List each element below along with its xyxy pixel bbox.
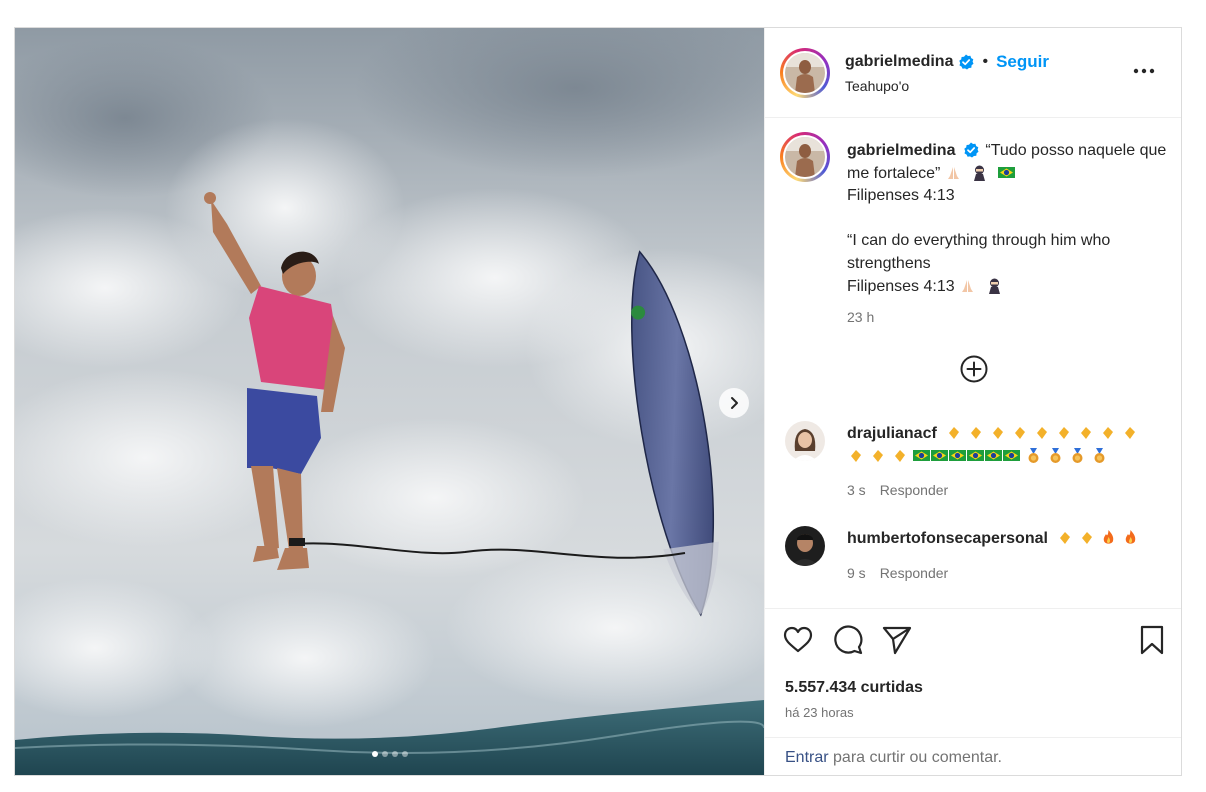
- medal-icon: [1028, 447, 1039, 463]
- login-prompt-text: para curtir ou comentar.: [833, 749, 1002, 766]
- comment-emoji-row: [945, 425, 1143, 442]
- more-options-icon[interactable]: [1133, 68, 1155, 74]
- post-caption: gabrielmedina “Tudo posso naquele que me…: [780, 132, 1170, 329]
- separator-dot: •: [982, 52, 989, 70]
- avatar-photo: [785, 52, 825, 93]
- brazil-flag-icon: [931, 449, 948, 461]
- reply-button[interactable]: Responder: [880, 565, 949, 581]
- carousel-indicator: [15, 751, 764, 757]
- avatar-photo: [785, 137, 825, 177]
- fire-icon: [1104, 530, 1114, 544]
- clap-icon: [993, 427, 1004, 439]
- reply-button[interactable]: Responder: [880, 482, 949, 498]
- clap-icon: [851, 449, 861, 462]
- post-side-panel: gabrielmedina • Seguir Teahupo'o gabriel…: [764, 28, 1181, 775]
- clap-icon: [1059, 427, 1070, 439]
- clap-icon: [1060, 532, 1071, 544]
- clap-icon: [1037, 427, 1048, 439]
- carousel-dot: [381, 751, 388, 757]
- comment-item: humbertofonsecapersonal 9 s Responder: [785, 526, 1170, 584]
- comment-time[interactable]: 3 s: [847, 482, 866, 498]
- follow-button[interactable]: Seguir: [996, 52, 1049, 72]
- brazil-flag-icon: [997, 166, 1015, 178]
- pray-icon: [947, 166, 959, 179]
- clap-icon: [949, 427, 960, 439]
- login-prompt: Entrar para curtir ou comentar.: [785, 749, 1002, 767]
- avatar-photo: [785, 526, 825, 566]
- clap-icon: [1082, 532, 1093, 544]
- comment-username[interactable]: drajulianacf: [847, 425, 937, 442]
- divider: [765, 608, 1181, 609]
- login-link[interactable]: Entrar: [785, 749, 829, 766]
- caption-line-2: Filipenses 4:13: [847, 187, 955, 205]
- medal-icon: [1094, 447, 1105, 463]
- pray-icon: [962, 279, 974, 292]
- brazil-flag-icon: [949, 449, 966, 461]
- posted-time[interactable]: há 23 horas: [785, 705, 854, 720]
- post-location[interactable]: Teahupo'o: [845, 78, 1049, 94]
- caption-line-3: “I can do everything through him who str…: [847, 232, 1111, 272]
- comment-emoji-row: [1056, 530, 1144, 547]
- caption-username[interactable]: gabrielmedina: [847, 142, 955, 159]
- like-heart-icon[interactable]: [783, 625, 813, 655]
- medal-icon: [1072, 447, 1083, 463]
- clap-icon: [1081, 427, 1092, 439]
- clap-icon: [1103, 427, 1114, 439]
- clap-icon: [873, 449, 883, 462]
- brazil-flag-icon: [967, 449, 984, 461]
- carousel-dot: [371, 751, 378, 757]
- verified-badge-icon: [959, 54, 974, 69]
- chevron-right-icon: [731, 397, 738, 409]
- carousel-dot: [401, 751, 408, 757]
- fire-icon: [1126, 530, 1136, 544]
- caption-line-4: Filipenses 4:13: [847, 277, 955, 295]
- save-bookmark-icon[interactable]: [1139, 625, 1165, 655]
- instagram-post: gabrielmedina • Seguir Teahupo'o gabriel…: [14, 27, 1182, 776]
- carousel-dot: [391, 751, 398, 757]
- comment-username[interactable]: humbertofonsecapersonal: [847, 530, 1048, 547]
- ninja-icon: [974, 165, 986, 181]
- divider: [765, 737, 1181, 738]
- medal-icon: [1050, 447, 1061, 463]
- clap-icon: [971, 427, 982, 439]
- clap-icon: [1015, 427, 1026, 439]
- load-more-comments-icon[interactable]: [959, 354, 989, 384]
- brazil-flag-icon: [985, 449, 1002, 461]
- action-bar: [783, 625, 1167, 657]
- comment-emoji-row: [847, 446, 1143, 469]
- clap-icon: [1125, 427, 1136, 439]
- surfer-photo: [15, 28, 764, 775]
- caption-author-avatar[interactable]: [780, 132, 830, 182]
- clap-icon: [895, 449, 905, 462]
- comment-bubble-icon[interactable]: [833, 625, 863, 655]
- caption-time[interactable]: 23 h: [847, 306, 1167, 329]
- avatar-photo: [785, 421, 825, 461]
- brazil-flag-icon: [913, 449, 930, 461]
- author-username[interactable]: gabrielmedina: [845, 53, 953, 71]
- comment-time[interactable]: 9 s: [847, 565, 866, 581]
- likes-count[interactable]: 5.557.434 curtidas: [785, 679, 923, 697]
- commenter-avatar[interactable]: [785, 526, 825, 566]
- verified-badge-icon: [964, 142, 979, 158]
- commenter-avatar[interactable]: [785, 421, 825, 461]
- brazil-flag-icon: [1003, 449, 1020, 461]
- next-slide-button[interactable]: [719, 388, 749, 418]
- share-send-icon[interactable]: [882, 625, 912, 655]
- post-media[interactable]: [15, 28, 764, 775]
- ninja-icon: [988, 278, 1000, 294]
- comment-item: drajulianacf 3 s Responder: [785, 421, 1170, 502]
- author-avatar[interactable]: [780, 47, 830, 98]
- post-header: gabrielmedina • Seguir Teahupo'o: [765, 28, 1181, 118]
